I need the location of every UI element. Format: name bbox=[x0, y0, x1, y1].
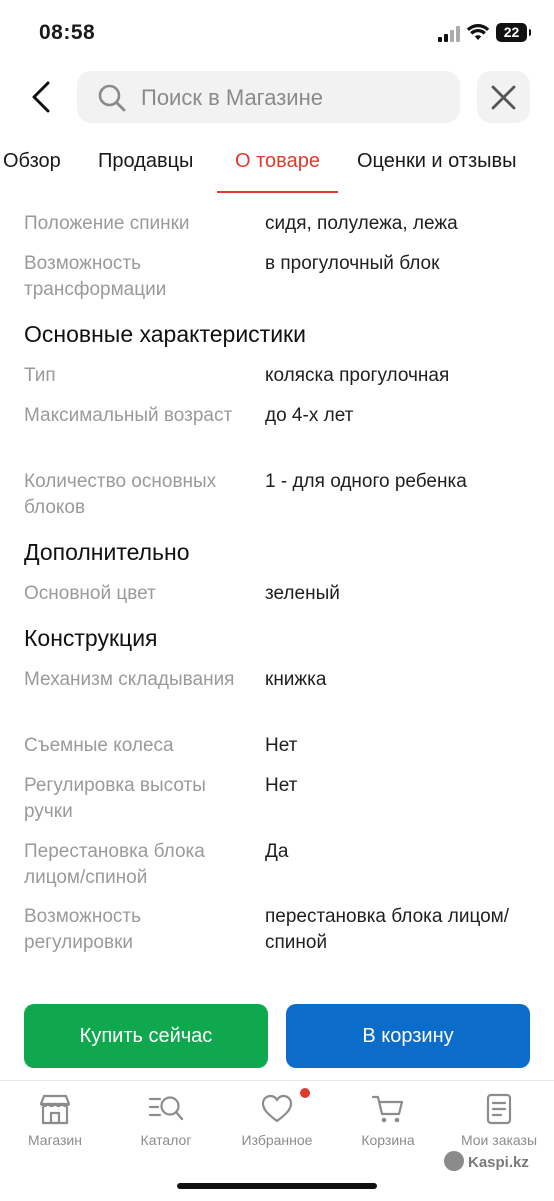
section-title: Основные характеристики bbox=[24, 321, 306, 347]
buy-now-button[interactable]: Купить сейчас bbox=[24, 1004, 268, 1068]
spec-label: Основной цвет bbox=[24, 583, 156, 604]
spec-label: Регулировка высоты ручки bbox=[24, 775, 206, 822]
section-title: Конструкция bbox=[24, 625, 158, 651]
spec-label: Возможность регулировки bbox=[24, 906, 142, 953]
battery-level: 22 bbox=[503, 24, 520, 40]
cellular-signal-icon bbox=[438, 26, 462, 42]
search-placeholder: Поиск в Магазине bbox=[141, 85, 323, 110]
notification-dot bbox=[300, 1088, 310, 1098]
close-icon bbox=[491, 85, 516, 110]
kaspi-logo-icon bbox=[444, 1151, 464, 1171]
spec-value: до 4-х лет bbox=[265, 405, 354, 426]
spec-label: Максимальный возраст bbox=[24, 405, 233, 426]
spec-label: Количество основных блоков bbox=[24, 471, 217, 518]
spec-value: сидя, полулежа, лежа bbox=[265, 213, 458, 234]
spec-value: Нет bbox=[265, 735, 298, 756]
battery-icon: 22 bbox=[496, 23, 531, 42]
brand-watermark: Kaspi.kz bbox=[444, 1151, 529, 1173]
active-tab-indicator bbox=[217, 191, 338, 193]
heart-icon bbox=[261, 1094, 293, 1123]
spec-value: Да bbox=[265, 841, 289, 862]
nav-label: Магазин bbox=[27, 1132, 82, 1148]
tab-overview[interactable]: Обзор bbox=[3, 150, 61, 173]
nav-label: Мои заказы bbox=[460, 1132, 538, 1148]
nav-item-orders[interactable]: Мои заказы bbox=[444, 1093, 554, 1148]
brand-text: Kaspi.kz bbox=[468, 1153, 529, 1171]
back-arrow-icon[interactable] bbox=[26, 80, 58, 114]
spec-label: Механизм складывания bbox=[24, 669, 235, 690]
nav-item-favorites[interactable]: Избранное bbox=[222, 1093, 332, 1148]
tab-reviews[interactable]: Оценки и отзывы bbox=[357, 150, 517, 173]
search-icon bbox=[98, 84, 126, 112]
nav-item-catalog[interactable]: Каталог bbox=[111, 1093, 221, 1148]
orders-icon bbox=[486, 1093, 512, 1125]
spec-label: Перестановка блока лицом/спиной bbox=[24, 841, 205, 888]
search-input[interactable]: Поиск в Магазине bbox=[77, 71, 460, 123]
add-to-cart-button[interactable]: В корзину bbox=[286, 1004, 530, 1068]
status-bar: 08:58 22 bbox=[0, 0, 554, 66]
close-button[interactable] bbox=[477, 71, 530, 123]
nav-label: Избранное bbox=[241, 1132, 313, 1148]
cart-icon bbox=[371, 1095, 404, 1123]
spec-label: Съемные колеса bbox=[24, 735, 174, 756]
nav-item-cart[interactable]: Корзина bbox=[333, 1093, 443, 1148]
wifi-icon bbox=[466, 24, 490, 40]
spec-value: книжка bbox=[265, 669, 327, 690]
tab-about-product[interactable]: О товаре bbox=[235, 150, 320, 173]
tab-sellers[interactable]: Продавцы bbox=[98, 150, 193, 173]
spec-label: Положение спинки bbox=[24, 213, 190, 234]
store-icon bbox=[39, 1094, 71, 1125]
nav-label: Корзина bbox=[361, 1132, 415, 1148]
section-title: Дополнительно bbox=[24, 539, 190, 565]
status-time: 08:58 bbox=[39, 21, 96, 44]
product-tabs: Обзор Продавцы О товаре Оценки и отзывы bbox=[0, 136, 554, 194]
spec-value: перестановка блока лицом/спиной bbox=[265, 906, 510, 953]
home-indicator[interactable] bbox=[177, 1183, 377, 1189]
nav-label: Каталог bbox=[140, 1132, 192, 1148]
spec-value: коляска прогулочная bbox=[265, 365, 450, 386]
spec-value: Нет bbox=[265, 775, 298, 796]
spec-label: Возможность трансформации bbox=[24, 253, 167, 300]
nav-item-store[interactable]: Магазин bbox=[0, 1093, 110, 1148]
spec-label: Тип bbox=[24, 365, 56, 386]
spec-value: зеленый bbox=[265, 583, 340, 604]
spec-value: 1 - для одного ребенка bbox=[265, 471, 467, 492]
spec-value: в прогулочный блок bbox=[265, 253, 440, 274]
catalog-search-icon bbox=[148, 1096, 184, 1121]
